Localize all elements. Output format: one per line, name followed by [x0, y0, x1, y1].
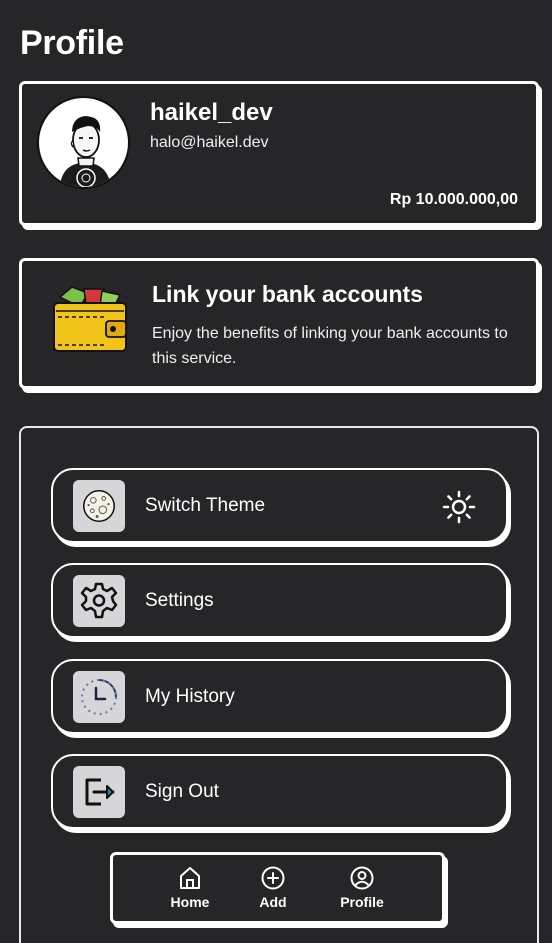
my-history-button[interactable]: My History	[51, 659, 508, 734]
menu-item-label: My History	[145, 686, 235, 707]
home-icon	[180, 867, 200, 889]
sign-out-icon	[73, 766, 125, 818]
bottom-nav: Home Add Profile	[110, 852, 445, 924]
bank-title: Link your bank accounts	[152, 281, 423, 307]
profile-card: haikel_dev halo@haikel.dev Rp 10.000.000…	[19, 81, 539, 226]
email: halo@haikel.dev	[150, 134, 269, 151]
menu-item-label: Sign Out	[145, 781, 219, 802]
gear-icon	[73, 575, 125, 627]
nav-label: Add	[259, 894, 287, 910]
link-bank-card[interactable]: Link your bank accounts Enjoy the benefi…	[19, 258, 539, 389]
add-icon	[261, 866, 285, 890]
page-title: Profile	[20, 24, 124, 62]
nav-add[interactable]: Add	[238, 865, 308, 915]
sun-icon[interactable]	[442, 490, 476, 524]
menu-item-label: Settings	[145, 590, 214, 611]
wallet-icon	[50, 283, 130, 353]
menu-item-label: Switch Theme	[145, 495, 266, 516]
bank-description: Enjoy the benefits of linking your bank …	[152, 325, 508, 367]
profile-icon	[350, 866, 374, 890]
nav-profile[interactable]: Profile	[327, 865, 397, 915]
sign-out-button[interactable]: Sign Out	[51, 754, 508, 829]
username: haikel_dev	[150, 99, 273, 126]
nav-label: Profile	[340, 894, 384, 910]
nav-label: Home	[170, 894, 210, 910]
avatar	[37, 96, 130, 189]
moon-icon	[73, 480, 125, 532]
settings-button[interactable]: Settings	[51, 563, 508, 638]
balance: Rp 10.000.000,00	[389, 191, 518, 208]
nav-home[interactable]: Home	[155, 865, 225, 915]
switch-theme-button[interactable]: Switch Theme	[51, 468, 508, 543]
history-icon	[73, 671, 125, 723]
